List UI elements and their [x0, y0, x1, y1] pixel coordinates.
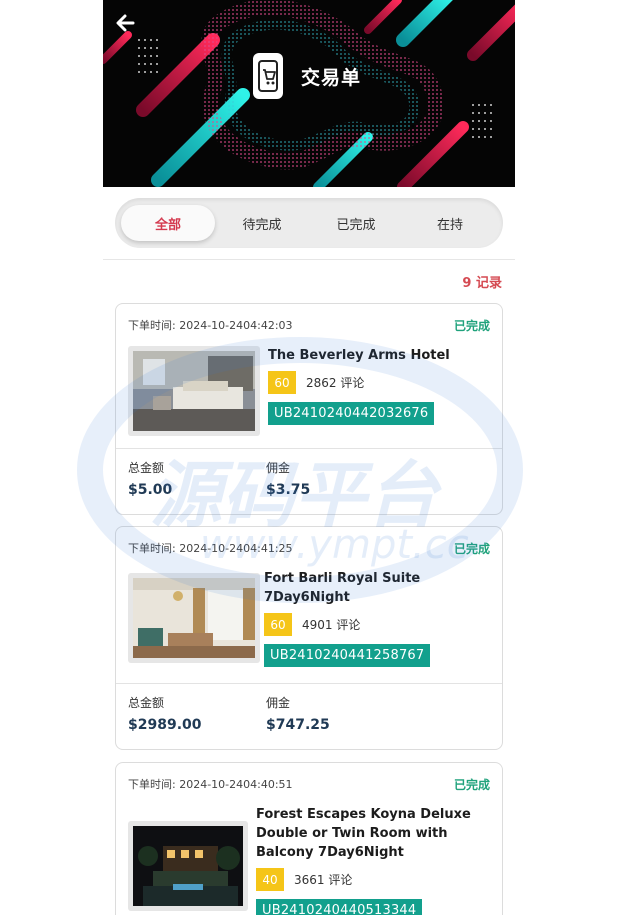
- hotel-name-line: Fort Barli Royal Suite: [264, 571, 421, 586]
- tab-completed[interactable]: 已完成: [309, 205, 403, 241]
- filter-tabs: 全部 待完成 已完成 在持: [115, 198, 503, 248]
- header-banner: 交易单: [103, 0, 515, 187]
- order-card-header: 下单时间: 2024-10-2404:42:03 已完成: [116, 304, 502, 346]
- order-time: 下单时间: 2024-10-2404:40:51: [128, 778, 293, 791]
- total-amount-block: 总金额 $2989.00: [128, 694, 266, 749]
- status-badge: 已完成: [453, 318, 490, 333]
- hotel-name-line: Balcony 7Day6Night: [256, 845, 404, 860]
- commission-value: $747.25: [266, 717, 330, 733]
- commission-block: 佣金 $747.25: [266, 694, 404, 749]
- rating-row: 40 3661 评论: [256, 868, 471, 891]
- shopping-cart-phone-icon: [253, 53, 283, 99]
- rating-score: 40: [256, 868, 284, 891]
- filter-tabs-area: 全部 待完成 已完成 在持: [103, 187, 515, 260]
- order-card-header: 下单时间: 2024-10-2404:40:51 已完成: [116, 763, 502, 805]
- rating-score: 60: [268, 371, 296, 394]
- hotel-info: Forest Escapes Koyna Deluxe Double or Tw…: [256, 805, 471, 915]
- rating-score: 60: [264, 613, 292, 636]
- commission-value: $3.75: [266, 482, 311, 498]
- hotel-info: The Beverley Arms Hotel 60 2862 评论 UB241…: [268, 346, 450, 448]
- order-time: 下单时间: 2024-10-2404:42:03: [128, 319, 293, 332]
- record-count: 9 记录: [462, 275, 502, 291]
- order-card[interactable]: 下单时间: 2024-10-2404:42:03 已完成 The Beverle…: [115, 303, 503, 515]
- commission-label: 佣金: [266, 696, 291, 710]
- hotel-name: Fort Barli Royal Suite 7Day6Night: [264, 569, 430, 607]
- order-number: UB2410240442032676: [268, 402, 435, 425]
- total-amount-block: 总金额 $5.00: [128, 459, 266, 514]
- back-button[interactable]: [113, 10, 139, 36]
- hotel-info: Fort Barli Royal Suite 7Day6Night 60 490…: [264, 569, 431, 683]
- hotel-image: [128, 346, 260, 436]
- page-title: 交易单: [301, 66, 362, 89]
- total-amount-label: 总金额: [128, 461, 165, 475]
- arrow-left-icon: [116, 14, 135, 32]
- status-badge: 已完成: [453, 541, 490, 556]
- hotel-name-line: Double or Twin Room with: [256, 826, 448, 841]
- hotel-name-line: 7Day6Night: [264, 590, 350, 605]
- order-card[interactable]: 下单时间: 2024-10-2404:40:51 已完成 Forest Esca…: [115, 762, 503, 915]
- commission-label: 佣金: [266, 461, 291, 475]
- order-card-body: Forest Escapes Koyna Deluxe Double or Tw…: [116, 805, 502, 915]
- order-card-body: Fort Barli Royal Suite 7Day6Night 60 490…: [116, 569, 502, 683]
- tab-pending[interactable]: 待完成: [215, 205, 309, 241]
- rating-row: 60 2862 评论: [268, 371, 450, 394]
- review-count: 3661 评论: [294, 873, 353, 887]
- order-number: UB2410240440513344: [256, 899, 423, 915]
- order-number: UB2410240441258767: [264, 644, 431, 667]
- app-screen: 交易单 全部 待完成 已完成 在持 9 记录 下单时间: 2024-10-240…: [103, 0, 515, 915]
- hotel-name-line: Forest Escapes Koyna Deluxe: [256, 807, 471, 822]
- tab-all[interactable]: 全部: [121, 205, 215, 241]
- tab-holding[interactable]: 在持: [403, 205, 497, 241]
- hotel-name-line: The Beverley Arms Hotel: [268, 348, 450, 363]
- total-amount-value: $2989.00: [128, 717, 202, 733]
- order-card-header: 下单时间: 2024-10-2404:41:25 已完成: [116, 527, 502, 569]
- total-amount-value: $5.00: [128, 482, 173, 498]
- commission-block: 佣金 $3.75: [266, 459, 404, 514]
- hotel-image: [128, 821, 248, 911]
- hotel-name: Forest Escapes Koyna Deluxe Double or Tw…: [256, 805, 471, 862]
- order-time: 下单时间: 2024-10-2404:41:25: [128, 542, 293, 555]
- status-badge: 已完成: [453, 777, 490, 792]
- total-amount-label: 总金额: [128, 696, 165, 710]
- order-card-footer: 总金额 $5.00 佣金 $3.75: [116, 448, 502, 514]
- review-count: 4901 评论: [302, 618, 361, 632]
- rating-row: 60 4901 评论: [264, 613, 430, 636]
- hotel-image: [128, 573, 260, 663]
- review-count: 2862 评论: [306, 376, 365, 390]
- hotel-name: The Beverley Arms Hotel: [268, 346, 450, 365]
- order-card-footer: 总金额 $2989.00 佣金 $747.25: [116, 683, 502, 749]
- order-card-body: The Beverley Arms Hotel 60 2862 评论 UB241…: [116, 346, 502, 448]
- order-card[interactable]: 下单时间: 2024-10-2404:41:25 已完成 Fort Barli …: [115, 526, 503, 750]
- page-title-group: 交易单: [253, 53, 361, 99]
